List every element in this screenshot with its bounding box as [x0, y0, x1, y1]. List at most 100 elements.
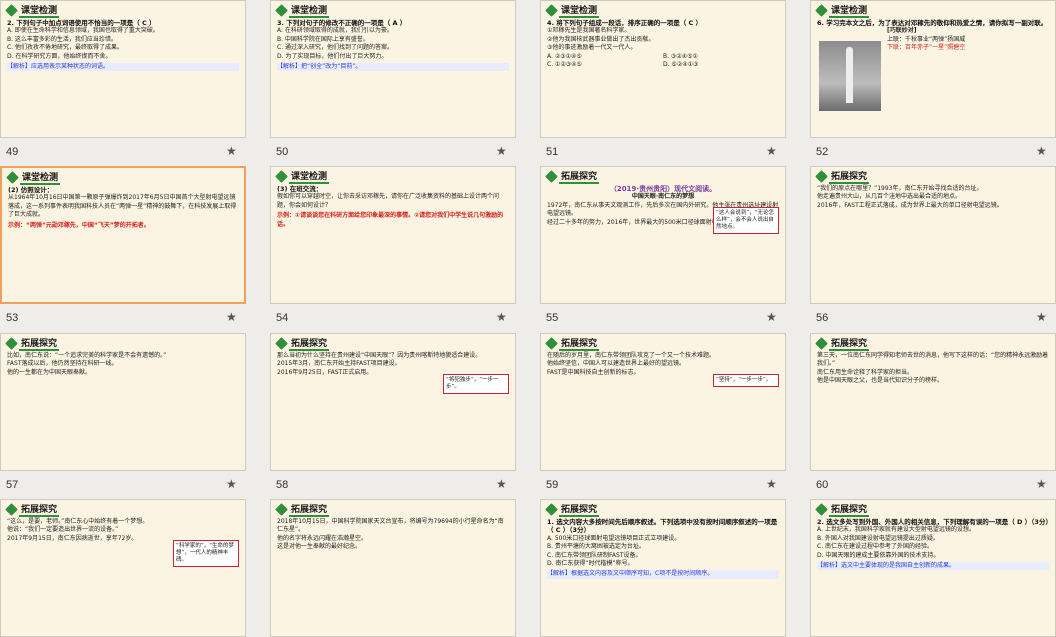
- option-item: A. ②③①④⑤: [547, 52, 582, 60]
- slide-body: 第三天，一位南仁东同学得知老师去世的消息，他写下这样的话：“您的精神永远激励着我…: [817, 352, 1049, 466]
- diamond-icon: [545, 3, 558, 17]
- star-icon[interactable]: ★: [1036, 477, 1047, 491]
- slide-note: 【解析】把“创全”改为“目前”。: [277, 63, 509, 72]
- slide-subtitle: 中国天眼·南仁东的梦想: [631, 193, 695, 201]
- slide-header: 拓展探究: [545, 169, 600, 184]
- slide-text-line: C. 南仁东在建设过程中参考了外国的经验。: [817, 543, 934, 551]
- slide-text-line: 他的名字将永远闪耀在浩瀚星空。: [277, 534, 368, 542]
- slide-text-line: 第三天，一位南仁东同学得知老师去世的消息，他写下这样的话：“您的精神永远激励着我…: [817, 352, 1049, 368]
- slide-header: 拓展探究: [815, 502, 870, 517]
- star-icon[interactable]: ★: [226, 477, 237, 491]
- diamond-icon: [5, 336, 18, 350]
- slide-text-line: 2018年10月15日，中国科学院国家天文台宣布，将编号为79694的小行星命名…: [277, 518, 504, 534]
- slide-thumbnail[interactable]: 课堂检测 2. 下列句子中加点词语使用不恰当的一项是（ C ） A. 即使在生命科学…: [0, 0, 246, 138]
- slide-sorter: 课堂检测 2. 下列句子中加点词语使用不恰当的一项是（ C ） A. 即使在生命科学…: [0, 0, 1056, 637]
- slide-header-label: 拓展探究: [559, 169, 600, 184]
- slide-header: 课堂检测: [815, 3, 870, 18]
- slide-thumbnail[interactable]: 课堂检测 3. 下列对句子的修改不正确的一项是（ A ） A. 在科研领域取得的成就…: [270, 0, 516, 138]
- star-icon[interactable]: ★: [766, 310, 777, 324]
- slide-thumbnail[interactable]: 拓展探究 第三天，一位南仁东同学得知老师去世的消息，他写下这样的话：“您的精神永远…: [810, 333, 1056, 471]
- slide-header-label: 课堂检测: [19, 3, 60, 18]
- star-icon[interactable]: ★: [496, 477, 507, 491]
- slide-thumbnail[interactable]: 拓展探究 那么当初为什么坚持在贵州建设“中国天眼”？因为贵州喀斯特地貌适合建设。 2…: [270, 333, 516, 471]
- diamond-icon: [5, 3, 18, 17]
- diamond-icon: [815, 336, 828, 350]
- slide-thumbnail[interactable]: 拓展探究 在随后的岁月里，南仁东带领团队攻克了一个又一个技术难题。 他始终坚信，中国…: [540, 333, 786, 471]
- slide-text-line: ①邓稼先生是我国著名科学家。: [547, 27, 631, 35]
- slide-text-line: C. 南仁东带领团队研制FAST设备。: [547, 551, 642, 559]
- slide-number: 60: [816, 479, 829, 491]
- slide-header-label: 拓展探究: [289, 502, 330, 517]
- slide-thumbnail[interactable]: 拓展探究 1. 选文内容大多按时间先后顺序叙述。下列选项中没有按时间顺序叙述的一项…: [540, 499, 786, 637]
- star-icon[interactable]: ★: [1036, 144, 1047, 158]
- slide-text-line: 这是对他一生奉献的最好纪念。: [277, 543, 362, 551]
- slide-question: 1. 选文内容大多按时间先后顺序叙述。下列选项中没有按时间顺序叙述的一项是（ C…: [547, 518, 778, 535]
- star-icon[interactable]: ★: [226, 310, 237, 324]
- slide-body: 2. 下列句子中加点词语使用不恰当的一项是（ C ） A. 即使在生命科学和信息领…: [7, 19, 239, 133]
- diamond-icon: [5, 502, 18, 516]
- option-item: B. ③②④⑤①: [663, 52, 698, 60]
- slide-thumbnail[interactable]: 课堂检测 4. 将下列句子组成一段话，排序正确的一项是（ C ） ①邓稼先生是我国著…: [540, 0, 786, 138]
- slide-thumbnail[interactable]: 拓展探究 “这么，是要，老师。”南仁东心中始终有着一个梦想。 他说：“我们一定要造出…: [0, 499, 246, 637]
- slide-number: 53: [6, 312, 19, 324]
- slide-number: 49: [6, 146, 19, 158]
- slide-thumbnail[interactable]: 拓展探究 2. 选文多处写到外国、外国人的相关信息，下列理解有误的一项是（ D ）…: [810, 499, 1056, 637]
- slide-text-line: ③他的事迹激励着一代又一代人。: [547, 44, 637, 52]
- star-icon[interactable]: ★: [1036, 310, 1047, 324]
- diamond-icon: [275, 336, 288, 350]
- slide-text-line: ②他为我国核武器事业做出了杰出贡献。: [547, 35, 655, 43]
- slide-text-line: 他的一生都在为中国天眼奉献。: [7, 368, 92, 376]
- slide-body: 2018年10月15日，中国科学院国家天文台宣布，将编号为79694的小行星命名…: [277, 518, 509, 632]
- slide-header: 拓展探究: [275, 336, 330, 351]
- slide-header: 拓展探究: [815, 336, 870, 351]
- slide-text-line: A. 500米口径球面射电望远镜项目正式立项建设。: [547, 534, 681, 542]
- slide-header-label: 拓展探究: [559, 336, 600, 351]
- star-icon[interactable]: ★: [496, 144, 507, 158]
- slide-number: 59: [546, 479, 559, 491]
- slide-text-line: 他是中国天眼之父，也是当代知识分子的榜样。: [817, 377, 944, 385]
- slide-text-line: B. 中国科学院在国际上享有盛誉。: [277, 35, 369, 43]
- slide-header-label: 拓展探究: [19, 336, 60, 351]
- star-icon[interactable]: ★: [496, 310, 507, 324]
- slide-header-label: 课堂检测: [289, 3, 330, 18]
- callout-box: “将犯独步”，“一步一步”。: [443, 374, 509, 394]
- slide-text-line: 他说：“我们一定要造出世界一流的设备。”: [7, 526, 119, 534]
- slide-body: 4. 将下列句子组成一段话，排序正确的一项是（ C ） ①邓稼先生是我国著名科学家…: [547, 19, 779, 133]
- slide-header-label: 课堂检测: [559, 3, 600, 18]
- slide-header-label: 拓展探究: [289, 336, 330, 351]
- slide-thumbnail[interactable]: 拓展探究 “我们的原点在哪里？”1993年，南仁东开始寻找合适的台址。 他走遍贵州大…: [810, 166, 1056, 304]
- slide-text-line: A. 即使在生命科学和信息领域，我国也取得了重大突破。: [7, 27, 159, 35]
- slide-thumbnail[interactable]: 课堂检测 6. 学习完本文之后，为了表达对邓稼先的敬仰和热爱之情，请你拟写一副对联…: [810, 0, 1056, 138]
- diamond-icon: [6, 170, 19, 184]
- star-icon[interactable]: ★: [766, 477, 777, 491]
- star-icon[interactable]: ★: [226, 144, 237, 158]
- slide-options: A. ②③①④⑤ B. ③②④⑤① C. ①②③④⑤ D. ⑤②④①③: [547, 53, 779, 70]
- slide-text-line: 假如你可以穿越时空，让你去采访邓稼先，请你在广泛收集资料的基础上设计两个问题，你…: [277, 193, 500, 209]
- slide-body: “这么，是要，老师。”南仁东心中始终有着一个梦想。 他说：“我们一定要造出世界一流…: [7, 518, 239, 632]
- slide-number: 51: [546, 146, 559, 158]
- slide-thumbnail[interactable]: 拓展探究 比如，南仁东说：“一个追求完美的科学家是不会有遗憾的。” FAST落成以后…: [0, 333, 246, 471]
- slide-body: (2) 仿照设计： 从1964年10月16日中国第一颗原子弹爆炸到2017年6月5…: [8, 186, 238, 298]
- slide-number: 50: [276, 146, 289, 158]
- slide-body: 2. 选文多处写到外国、外国人的相关信息，下列理解有误的一项是（ D ）（3分）…: [817, 518, 1052, 632]
- slide-thumbnail[interactable]: 拓展探究 2018年10月15日，中国科学院国家天文台宣布，将编号为79694的小…: [270, 499, 516, 637]
- slide-text-line: D. 南仁东获得“时代楷模”称号。: [547, 560, 634, 568]
- slide-body: （2019·贵州贵阳）现代文阅读。 中国天眼·南仁东的梦想 1972年，南仁东从事天…: [547, 185, 779, 299]
- slide-text-line: B. 外国人对我国建设射电望远镜提出过质疑。: [817, 534, 939, 542]
- slide-note: 【解析】应选用表示某种状态的词语。: [7, 63, 239, 72]
- diamond-icon: [275, 169, 288, 183]
- slide-body: 3. 下列对句子的修改不正确的一项是（ A ） A. 在科研领域取得的成就，我们引…: [277, 19, 509, 133]
- slide-thumbnail[interactable]: 课堂检测 (2) 仿照设计： 从1964年10月16日中国第一颗原子弹爆炸到2017…: [0, 166, 246, 304]
- slide-thumbnail[interactable]: 课堂检测 (3) 在班交流： 假如你可以穿越时空，让你去采访邓稼先，请你在广泛收集资…: [270, 166, 516, 304]
- slide-header: 课堂检测: [275, 169, 330, 184]
- slide-text-line: D. 在科学研究方面，他始终锲而不舍。: [7, 52, 112, 60]
- star-icon[interactable]: ★: [766, 144, 777, 158]
- slide-text-line: 上联：千秋事业“两弹”扬国威: [887, 35, 966, 43]
- slide-header: 拓展探究: [815, 169, 870, 184]
- option-item: D. ⑤②④①③: [663, 61, 699, 69]
- slide-thumbnail[interactable]: 拓展探究 （2019·贵州贵阳）现代文阅读。 中国天眼·南仁东的梦想 1972年，南仁…: [540, 166, 786, 304]
- slide-header: 拓展探究: [545, 336, 600, 351]
- slide-body: 比如，南仁东说：“一个追求完美的科学家是不会有遗憾的。” FAST落成以后，他仍然…: [7, 352, 239, 466]
- diamond-icon: [815, 502, 828, 516]
- slide-text-line: C. 他们孜孜不倦地研究，最终取得了成果。: [7, 44, 124, 52]
